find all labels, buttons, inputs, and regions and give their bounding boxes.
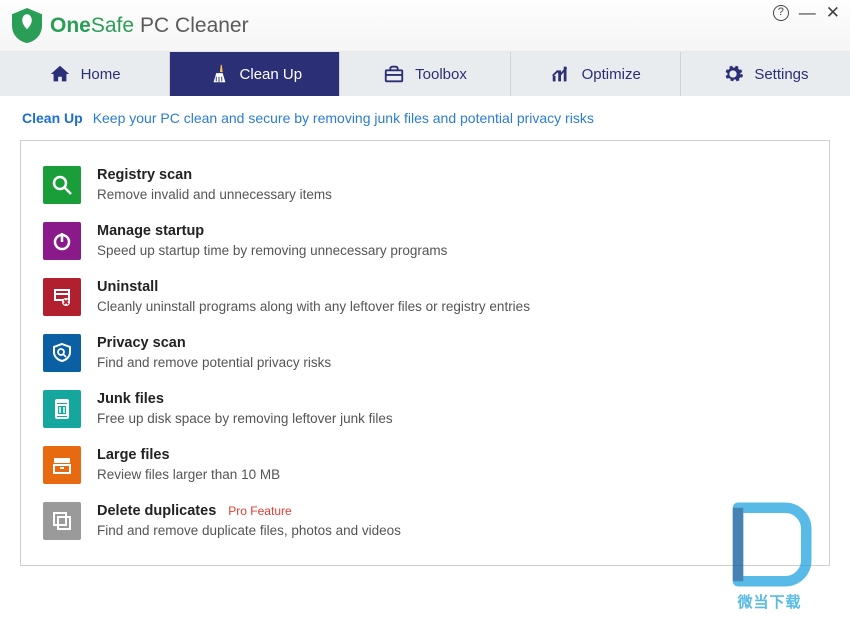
- uninstall-icon: [43, 278, 81, 316]
- tab-clean-up[interactable]: Clean Up: [170, 52, 340, 96]
- item-title: Uninstall: [97, 278, 530, 297]
- drawer-icon: [43, 446, 81, 484]
- item-desc: Free up disk space by removing leftover …: [97, 410, 393, 428]
- home-icon: [49, 63, 71, 85]
- item-title: Large files: [97, 446, 280, 465]
- chart-icon: [550, 63, 572, 85]
- duplicate-icon: [43, 502, 81, 540]
- item-desc: Find and remove duplicate files, photos …: [97, 522, 401, 540]
- item-large-files[interactable]: Large files Review files larger than 10 …: [43, 437, 807, 493]
- item-desc: Review files larger than 10 MB: [97, 466, 280, 484]
- item-delete-duplicates[interactable]: Delete duplicates Pro Feature Find and r…: [43, 493, 807, 549]
- feature-list: Registry scan Remove invalid and unneces…: [20, 140, 830, 566]
- page-title: Clean Up: [22, 110, 83, 126]
- power-icon: [43, 222, 81, 260]
- close-button[interactable]: ✕: [826, 4, 840, 21]
- sub-header: Clean Up Keep your PC clean and secure b…: [0, 96, 850, 136]
- item-title: Manage startup: [97, 222, 447, 241]
- tab-toolbox[interactable]: Toolbox: [340, 52, 510, 96]
- gear-icon: [722, 63, 744, 85]
- item-manage-startup[interactable]: Manage startup Speed up startup time by …: [43, 213, 807, 269]
- item-desc: Cleanly uninstall programs along with an…: [97, 298, 530, 316]
- minimize-button[interactable]: —: [799, 4, 816, 21]
- help-button[interactable]: ?: [773, 5, 789, 21]
- tab-label: Home: [81, 66, 121, 83]
- tab-label: Toolbox: [415, 66, 467, 83]
- item-junk-files[interactable]: Junk files Free up disk space by removin…: [43, 381, 807, 437]
- nav-bar: Home Clean Up Toolbox Optimize Settings: [0, 52, 850, 96]
- item-title: Delete duplicates Pro Feature: [97, 502, 401, 521]
- title-bar: One Safe PC Cleaner ? — ✕: [0, 0, 850, 52]
- tab-label: Settings: [754, 66, 808, 83]
- broom-icon: [208, 63, 230, 85]
- window-controls: ? — ✕: [773, 4, 840, 21]
- tab-settings[interactable]: Settings: [681, 52, 850, 96]
- pro-badge: Pro Feature: [228, 504, 291, 518]
- item-desc: Remove invalid and unnecessary items: [97, 186, 332, 204]
- toolbox-icon: [383, 63, 405, 85]
- trash-icon: [43, 390, 81, 428]
- brand-one: One: [50, 14, 91, 38]
- brand-rest: PC Cleaner: [140, 14, 249, 38]
- app-title: One Safe PC Cleaner: [50, 14, 249, 38]
- watermark-caption: 微当下载: [737, 591, 801, 612]
- item-desc: Speed up startup time by removing unnece…: [97, 242, 447, 260]
- item-desc: Find and remove potential privacy risks: [97, 354, 331, 372]
- app-logo-icon: [12, 9, 42, 43]
- tab-label: Clean Up: [240, 66, 303, 83]
- brand-safe: Safe: [91, 14, 134, 38]
- item-title: Junk files: [97, 390, 393, 409]
- tab-optimize[interactable]: Optimize: [511, 52, 681, 96]
- item-title: Privacy scan: [97, 334, 331, 353]
- page-subtitle: Keep your PC clean and secure by removin…: [93, 110, 594, 126]
- item-privacy-scan[interactable]: Privacy scan Find and remove potential p…: [43, 325, 807, 381]
- item-uninstall[interactable]: Uninstall Cleanly uninstall programs alo…: [43, 269, 807, 325]
- magnifier-icon: [43, 166, 81, 204]
- shield-search-icon: [43, 334, 81, 372]
- tab-home[interactable]: Home: [0, 52, 170, 96]
- item-registry-scan[interactable]: Registry scan Remove invalid and unneces…: [43, 157, 807, 213]
- tab-label: Optimize: [582, 66, 641, 83]
- item-title: Registry scan: [97, 166, 332, 185]
